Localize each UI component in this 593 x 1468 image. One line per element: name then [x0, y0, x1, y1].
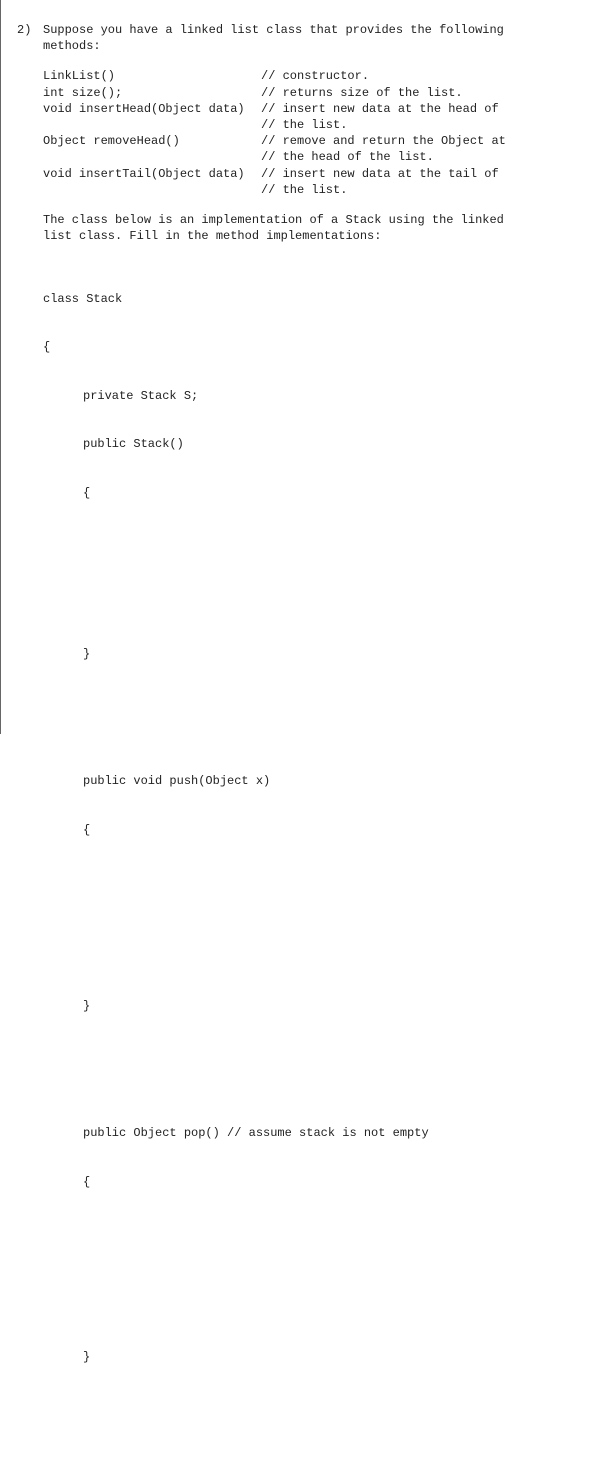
api-signature: Object removeHead() [43, 133, 261, 149]
api-list: LinkList() // constructor. int size(); /… [43, 68, 563, 198]
code-line: public void push(Object x) [43, 773, 563, 789]
api-line: // the head of the list. [43, 149, 563, 165]
question-body: Suppose you have a linked list class tha… [43, 22, 563, 1468]
api-signature [43, 149, 261, 165]
api-comment: // insert new data at the tail of [261, 166, 563, 182]
code-line: public Object pop() // assume stack is n… [43, 1125, 563, 1141]
question-number: 2) [17, 22, 43, 38]
spacer [43, 1062, 563, 1076]
api-signature: LinkList() [43, 68, 261, 84]
desc-line: list class. Fill in the method implement… [43, 228, 563, 244]
page: 2) Suppose you have a linked list class … [0, 0, 593, 734]
pop-fill-area [43, 1222, 563, 1317]
code-line: } [43, 646, 563, 662]
question-content: 2) Suppose you have a linked list class … [1, 0, 593, 1468]
api-signature [43, 182, 261, 198]
api-comment: // insert new data at the head of [261, 101, 563, 117]
api-signature [43, 117, 261, 133]
code-line: { [43, 339, 563, 355]
api-comment: // the list. [261, 182, 563, 198]
code-line: class Stack [43, 291, 563, 307]
api-comment: // the list. [261, 117, 563, 133]
api-line: void insertHead(Object data) // insert n… [43, 101, 563, 117]
code-line: { [43, 485, 563, 501]
api-comment: // the head of the list. [261, 149, 563, 165]
api-line: // the list. [43, 117, 563, 133]
api-signature: void insertHead(Object data) [43, 101, 261, 117]
code-line: private Stack S; [43, 388, 563, 404]
code-line: } [43, 1349, 563, 1365]
code-line: } [43, 998, 563, 1014]
api-line: LinkList() // constructor. [43, 68, 563, 84]
api-signature: int size(); [43, 85, 261, 101]
code-line: public Stack() [43, 436, 563, 452]
api-line: Object removeHead() // remove and return… [43, 133, 563, 149]
prompt-line: methods: [43, 38, 563, 54]
api-line: void insertTail(Object data) // insert n… [43, 166, 563, 182]
code-line: { [43, 822, 563, 838]
prompt-line: Suppose you have a linked list class tha… [43, 22, 563, 38]
api-comment: // remove and return the Object at [261, 133, 563, 149]
api-line: int size(); // returns size of the list. [43, 85, 563, 101]
spacer [43, 711, 563, 725]
code-line: { [43, 1174, 563, 1190]
api-signature: void insertTail(Object data) [43, 166, 261, 182]
push-fill-area [43, 870, 563, 965]
description: The class below is an implementation of … [43, 212, 563, 244]
code-skeleton: class Stack { private Stack S; public St… [43, 258, 563, 1468]
api-line: // the list. [43, 182, 563, 198]
api-comment: // constructor. [261, 68, 563, 84]
constructor-fill-area [43, 533, 563, 613]
question-row: 2) Suppose you have a linked list class … [17, 22, 563, 1468]
api-comment: // returns size of the list. [261, 85, 563, 101]
spacer [43, 1414, 563, 1428]
desc-line: The class below is an implementation of … [43, 212, 563, 228]
